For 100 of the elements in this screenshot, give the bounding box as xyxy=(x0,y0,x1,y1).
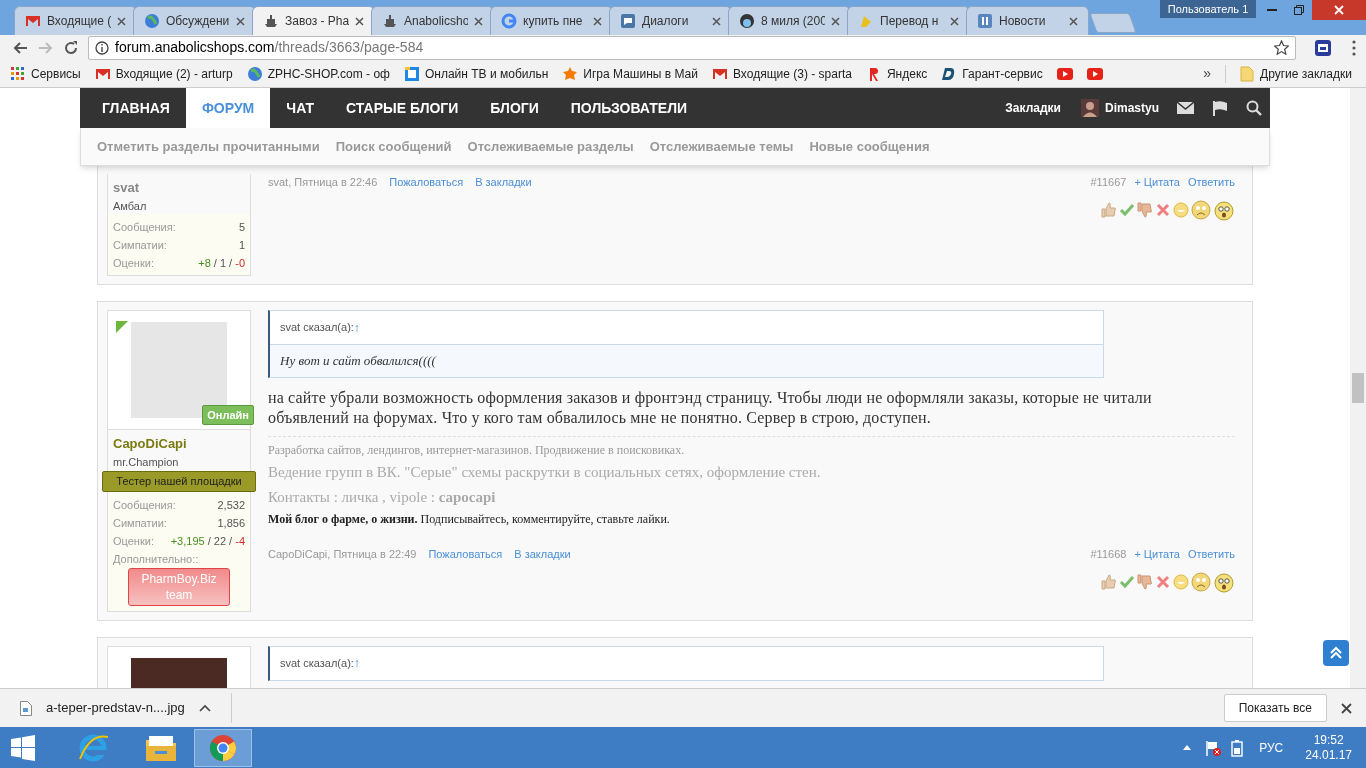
check-icon[interactable] xyxy=(1119,573,1135,590)
cross-icon[interactable] xyxy=(1155,573,1171,590)
shocked-face-icon[interactable] xyxy=(1213,198,1235,221)
address-bar[interactable]: forum.anabolicshops.com/threads/3663/page-584 xyxy=(88,35,1296,60)
play-button-icon[interactable] xyxy=(1056,65,1073,82)
taskbar-app[interactable] xyxy=(194,728,252,767)
username[interactable]: CapoDiCapi xyxy=(113,434,245,454)
flag-icon[interactable] xyxy=(1212,100,1228,116)
browser-e-icon xyxy=(78,732,108,763)
nav-tab[interactable]: ГЛАВНАЯ xyxy=(86,88,186,128)
post-byline: svat, Пятница в 22:46 xyxy=(268,175,378,190)
show-all-button[interactable]: Показать все xyxy=(1223,694,1327,722)
stat-label: Оценки: xyxy=(113,256,154,270)
reload-icon[interactable] xyxy=(64,40,78,55)
signature-line: Разработка сайтов, лендингов, интернет-магазинов. Продвижение в поисковиках. xyxy=(268,442,686,459)
input-language[interactable]: РУС xyxy=(1259,738,1284,757)
close-icon[interactable] xyxy=(712,16,721,26)
stat-label: Симпатии: xyxy=(113,515,167,530)
signature-line: Контакты : личка , vipole : capocapi xyxy=(268,487,497,507)
close-icon[interactable] xyxy=(117,16,126,26)
more-bookmarks-button[interactable]: » xyxy=(1203,63,1212,84)
restore-icon xyxy=(1293,5,1304,15)
star-icon[interactable] xyxy=(1274,40,1289,55)
tab-title: Диалоги xyxy=(642,13,690,30)
browser-tab[interactable]: Новости xyxy=(966,6,1089,35)
clock[interactable]: 19:52 24.01.17 xyxy=(1305,732,1352,763)
ship-icon xyxy=(382,13,398,29)
extension-icon[interactable] xyxy=(1314,38,1332,57)
play-button-icon[interactable] xyxy=(1086,65,1103,82)
bookmark-link[interactable]: Яндекс xyxy=(865,64,928,83)
bookmark-link[interactable]: Онлайн ТВ и мобильн xyxy=(403,64,549,83)
close-icon[interactable] xyxy=(355,16,364,26)
windows-logo-icon[interactable] xyxy=(10,734,36,761)
stat-value: 1 xyxy=(238,238,245,252)
post-text: на сайте убрали возможность оформления заказов и фронтэнд страницу. Чтобы люди не оформляли заказы, которые не читали объявлений на форумах. Что у кого там обвалилось мне не понятно. Сервер в строю, доступен. xyxy=(268,388,1153,428)
avatar-icon xyxy=(1080,99,1099,117)
minimize-icon xyxy=(1266,9,1277,11)
stat-label: Оценки: xyxy=(113,533,154,548)
cartoon-face-icon xyxy=(739,13,755,29)
back-arrow-icon[interactable] xyxy=(12,40,28,55)
network-flag-icon[interactable] xyxy=(1205,739,1222,756)
close-icon[interactable] xyxy=(236,16,245,26)
browser-tab[interactable]: Завоз - Pha xyxy=(252,6,375,35)
bookmark-link[interactable]: Гарант-сервис xyxy=(941,64,1043,83)
chrome-logo-icon xyxy=(209,733,237,762)
close-icon[interactable] xyxy=(831,16,840,26)
more-menu-icon[interactable] xyxy=(1352,39,1356,56)
thumbs-up-icon[interactable] xyxy=(1101,201,1117,218)
thumbs-down-icon[interactable] xyxy=(1137,573,1153,590)
browser-tab[interactable]: Перевод н xyxy=(847,6,970,35)
user-title-banner: Тестер нашей площадки xyxy=(102,471,256,492)
ship-icon xyxy=(263,13,279,29)
tray-arrow-icon[interactable] xyxy=(1183,745,1192,750)
user-rank: Амбал xyxy=(113,198,148,214)
download-item[interactable]: a-teper-predstav-n....jpg xyxy=(20,693,232,723)
scrollbar-thumb[interactable] xyxy=(1352,373,1364,403)
stat-label: Симпатии: xyxy=(113,238,167,252)
envelope-icon[interactable] xyxy=(1177,102,1194,114)
tab-title: Перевод н xyxy=(880,13,940,30)
nav-tab[interactable]: ЧАТ xyxy=(270,88,331,128)
close-window-button[interactable] xyxy=(1312,0,1366,20)
other-bookmarks-folder[interactable]: Другие закладки xyxy=(1240,64,1352,83)
pause-icon xyxy=(977,13,993,29)
folder-icon xyxy=(1240,65,1255,82)
close-icon[interactable] xyxy=(950,16,959,26)
team-badge: PharmBoy.Biz team xyxy=(128,567,230,606)
profile-button[interactable]: Пользователь 1 xyxy=(1160,0,1256,18)
search-icon[interactable] xyxy=(1246,100,1262,116)
scroll-to-top-button[interactable] xyxy=(1323,640,1349,666)
cross-icon[interactable] xyxy=(1155,201,1171,218)
nav-tab[interactable]: БЛОГИ xyxy=(474,88,555,128)
close-icon[interactable] xyxy=(1341,702,1352,714)
bookmarks-link[interactable]: Закладки xyxy=(1005,99,1061,117)
close-icon[interactable] xyxy=(1069,16,1078,26)
bookmark-link[interactable]: Входящие (2) - arturp xyxy=(94,64,233,83)
caret-icon[interactable] xyxy=(198,704,211,712)
signature-line: Мой блог о фарме, о жизни. Подписывайтесь, комментируйте, ставьте лайки. xyxy=(268,511,671,528)
user-menu[interactable]: Dimastyu xyxy=(1080,99,1159,117)
bookmark-link[interactable]: Сервисы xyxy=(10,64,81,83)
quote-header: svat сказал(а):↑ xyxy=(279,318,362,337)
thumbs-down-icon[interactable] xyxy=(1137,201,1153,218)
bookmark-link[interactable]: Входящие (3) - sparta xyxy=(712,64,852,83)
tv-screen-icon xyxy=(403,65,420,82)
download-filename: a-teper-predstav-n....jpg xyxy=(46,699,185,718)
battery-icon[interactable] xyxy=(1231,738,1244,757)
shocked-face-icon[interactable] xyxy=(1213,570,1235,593)
close-icon[interactable] xyxy=(593,16,602,26)
close-icon[interactable] xyxy=(474,16,483,26)
globe-icon xyxy=(144,13,160,29)
clock-date: 24.01.17 xyxy=(1305,747,1352,763)
thumbs-up-icon[interactable] xyxy=(1101,573,1117,590)
nav-tab[interactable]: СТАРЫЕ БЛОГИ xyxy=(330,88,475,128)
check-icon[interactable] xyxy=(1119,201,1135,218)
nav-tab[interactable]: ПОЛЬЗОВАТЕЛИ xyxy=(554,88,703,128)
bookmark-link[interactable]: ZPHC-SHOP.com - оф xyxy=(246,64,390,83)
stat-value: 5 xyxy=(238,220,245,234)
stat-label: Дополнительно:: xyxy=(113,551,200,566)
close-icon xyxy=(1334,5,1344,15)
bookmark-link[interactable]: Игра Машины в Май xyxy=(562,64,698,83)
stat-value: 1,856 xyxy=(217,515,245,530)
